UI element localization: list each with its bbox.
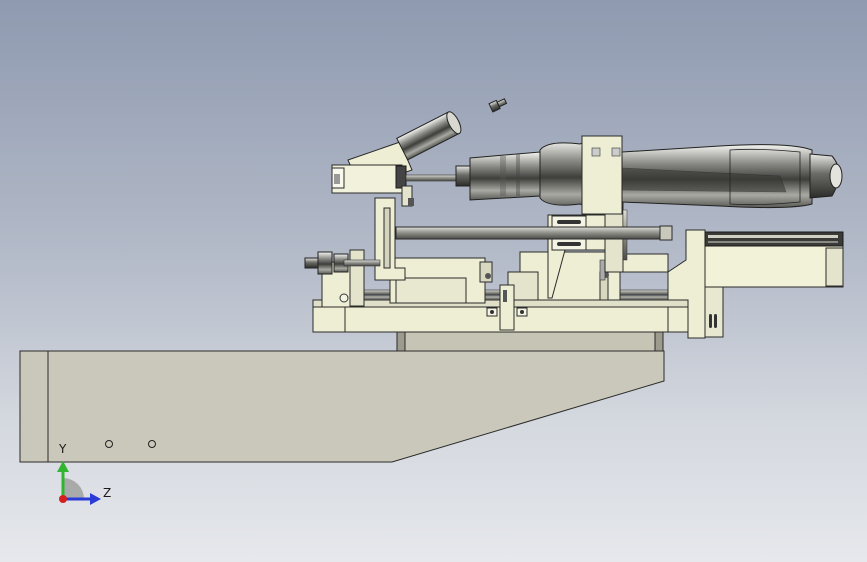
x-axis-dot xyxy=(59,495,67,503)
loose-screw xyxy=(488,98,508,113)
clamp-post xyxy=(499,284,515,331)
z-axis-label: Z xyxy=(103,486,112,500)
y-axis-arrowhead xyxy=(57,461,69,472)
riser-block xyxy=(396,330,664,352)
y-axis-label: Y xyxy=(59,442,67,456)
assembly-model[interactable] xyxy=(0,0,867,562)
cad-viewport[interactable]: Y Z xyxy=(0,0,867,562)
motor-housing xyxy=(667,229,844,339)
z-axis-arrowhead xyxy=(90,493,101,505)
sensor-head xyxy=(331,111,462,207)
right-carriage xyxy=(507,199,669,301)
left-carriage xyxy=(374,197,493,304)
spindle-tool xyxy=(455,135,843,215)
guide-rod xyxy=(395,225,673,241)
coordinate-triad xyxy=(57,461,101,505)
base-plate xyxy=(19,350,665,463)
